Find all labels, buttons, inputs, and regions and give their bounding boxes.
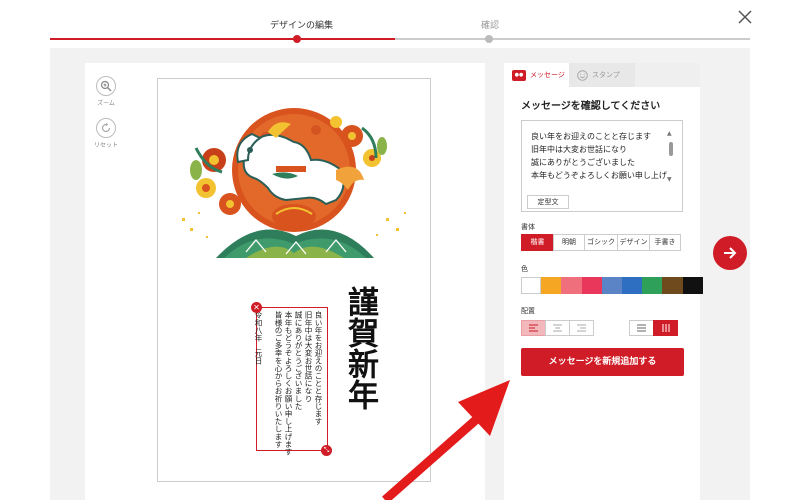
template-button[interactable]: 定型文 bbox=[527, 195, 569, 209]
color-swatch-3[interactable] bbox=[581, 277, 602, 294]
horizontal-text-button[interactable] bbox=[629, 320, 654, 336]
font-mincho-button[interactable]: 明朝 bbox=[553, 234, 585, 251]
zoom-icon bbox=[96, 76, 116, 96]
close-icon[interactable] bbox=[736, 8, 754, 26]
align-center-button[interactable] bbox=[545, 320, 570, 336]
scroll-down-icon[interactable]: ▼ bbox=[667, 176, 672, 183]
panel-heading: メッセージを確認してください bbox=[521, 101, 661, 112]
textarea-scrollbar[interactable] bbox=[669, 142, 673, 156]
font-handwriting-button[interactable]: 手書き bbox=[649, 234, 681, 251]
panel-tabs: ●● メッセージ スタンプ bbox=[504, 63, 700, 87]
reset-icon bbox=[96, 118, 116, 138]
align-right-icon bbox=[577, 324, 586, 332]
font-label: 書体 bbox=[521, 223, 535, 231]
align-left-button[interactable] bbox=[521, 320, 546, 336]
text-align-group bbox=[521, 320, 594, 336]
align-left-icon bbox=[529, 324, 538, 332]
color-selector bbox=[521, 277, 703, 294]
font-selector: 楷書 明朝 ゴシック デザイン 手書き bbox=[521, 234, 681, 251]
color-swatch-8[interactable] bbox=[682, 277, 703, 294]
add-message-button[interactable]: メッセージを新規追加する bbox=[521, 348, 684, 376]
align-center-icon bbox=[553, 324, 562, 332]
message-textarea-text[interactable]: 良い年をお迎えのことと存じます 旧年中は大変お世話になり 誠にありがとうございま… bbox=[531, 130, 667, 182]
font-kaisho-button[interactable]: 楷書 bbox=[521, 234, 554, 251]
progress-header: デザインの編集 確認 bbox=[0, 0, 800, 48]
zoom-label: ズーム bbox=[97, 100, 115, 107]
resize-handle-icon[interactable]: ⤡ bbox=[321, 445, 332, 456]
card-message-text[interactable]: 良い年をお迎えのことと存じます 旧年中は大変お世話になり 誠にありがとうございま… bbox=[254, 311, 323, 455]
color-label: 色 bbox=[521, 265, 528, 273]
text-direction-group bbox=[629, 320, 678, 336]
step-confirm-dot bbox=[485, 35, 493, 43]
delete-box-icon[interactable]: ✕ bbox=[251, 302, 262, 313]
greeting-title[interactable]: 謹賀新年 bbox=[335, 286, 378, 410]
color-swatch-2[interactable] bbox=[561, 277, 582, 294]
vertical-text-icon bbox=[662, 324, 669, 332]
color-swatch-0[interactable] bbox=[521, 277, 542, 294]
color-swatch-1[interactable] bbox=[541, 277, 562, 294]
vertical-text-button[interactable] bbox=[653, 320, 678, 336]
tab-stamp[interactable]: スタンプ bbox=[569, 63, 635, 87]
next-button[interactable] bbox=[713, 236, 747, 270]
smile-icon bbox=[577, 69, 588, 81]
scroll-up-icon[interactable]: ▲ bbox=[667, 130, 672, 137]
progress-line-done bbox=[50, 38, 395, 40]
font-design-button[interactable]: デザイン bbox=[617, 234, 650, 251]
color-swatch-7[interactable] bbox=[662, 277, 683, 294]
progress-line-todo bbox=[395, 38, 750, 40]
layout-label: 配置 bbox=[521, 307, 535, 315]
zoom-tool[interactable]: ズーム bbox=[91, 76, 121, 107]
tab-message[interactable]: ●● メッセージ bbox=[504, 63, 569, 87]
tab-message-label: メッセージ bbox=[530, 71, 565, 79]
horizontal-text-icon bbox=[637, 324, 646, 332]
reset-tool[interactable]: リセット bbox=[91, 118, 121, 149]
tab-stamp-label: スタンプ bbox=[592, 71, 620, 79]
color-swatch-5[interactable] bbox=[621, 277, 643, 294]
step-confirm-label: 確認 bbox=[481, 21, 500, 31]
font-gothic-button[interactable]: ゴシック bbox=[584, 234, 618, 251]
color-swatch-4[interactable] bbox=[601, 277, 622, 294]
horse-illustration bbox=[182, 108, 406, 258]
arrow-right-icon bbox=[724, 247, 737, 259]
color-swatch-6[interactable] bbox=[642, 277, 663, 294]
step-edit-label: デザインの編集 bbox=[270, 21, 334, 31]
step-edit-dot bbox=[293, 35, 301, 43]
align-right-button[interactable] bbox=[569, 320, 594, 336]
reset-label: リセット bbox=[93, 142, 118, 149]
message-icon: ●● bbox=[512, 69, 526, 81]
